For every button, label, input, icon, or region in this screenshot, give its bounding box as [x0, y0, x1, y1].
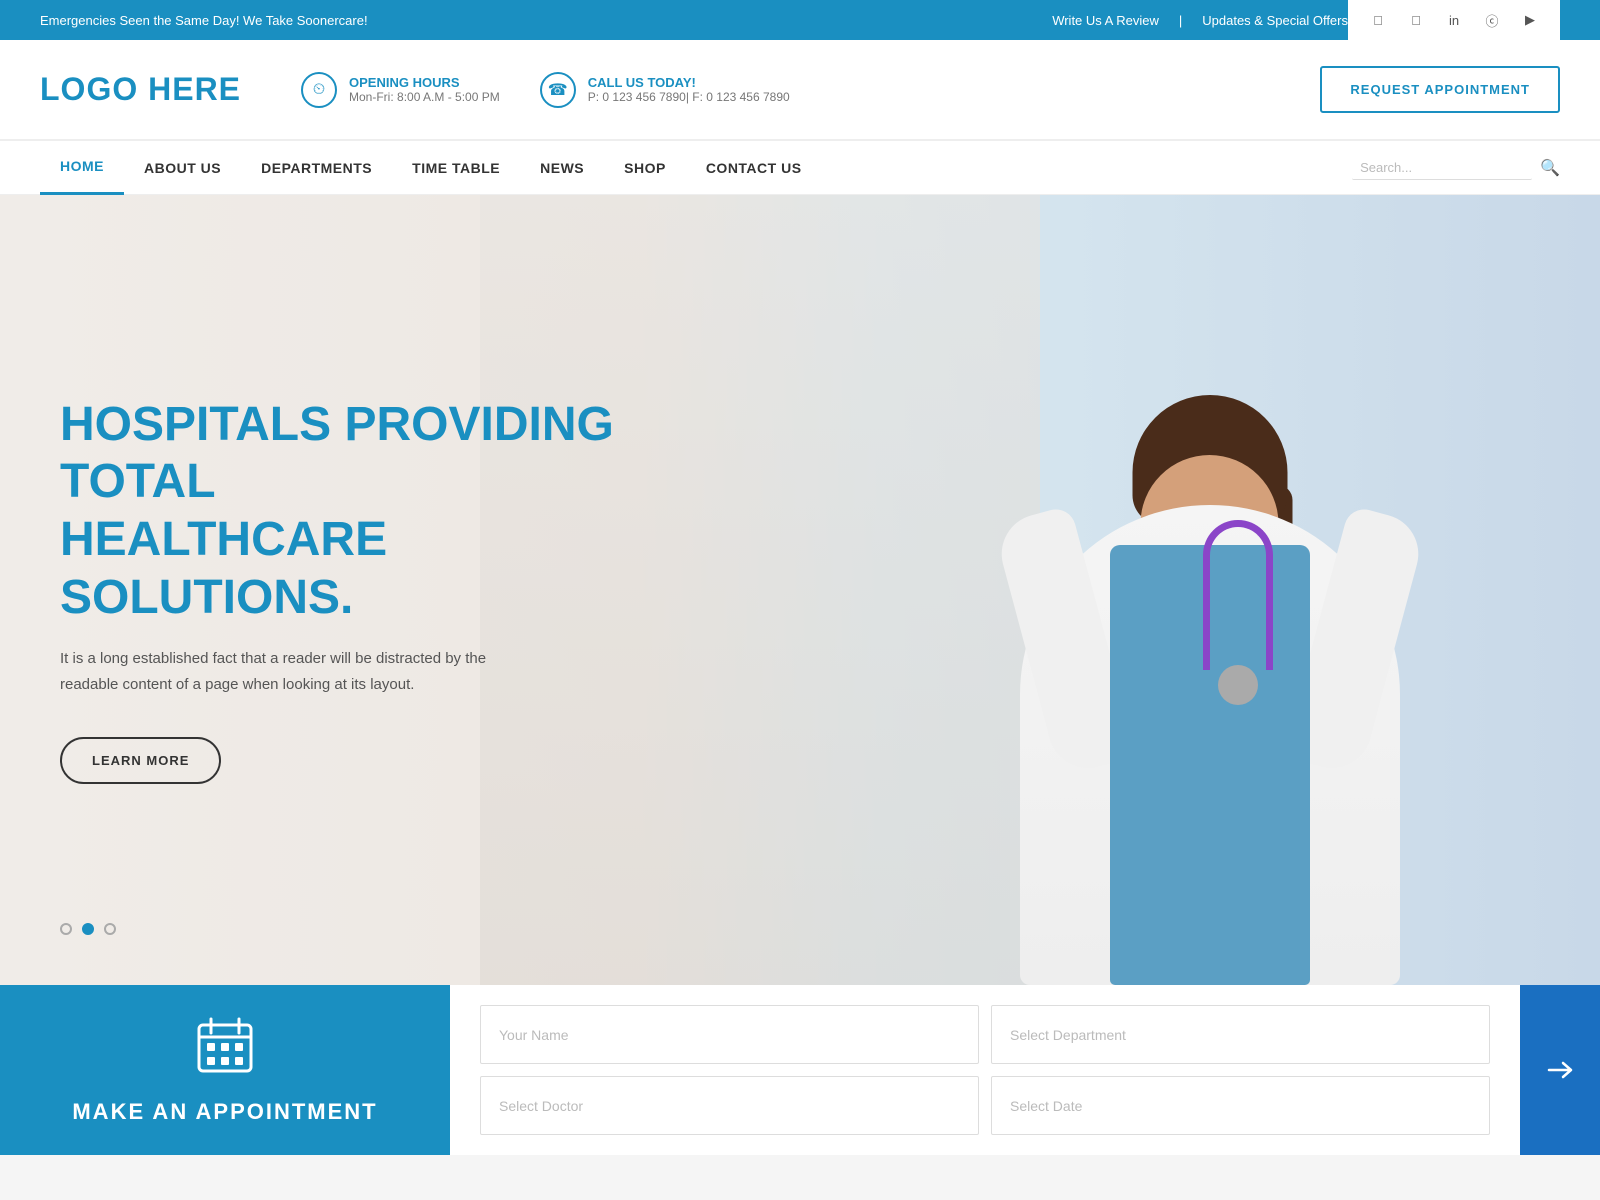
twitter-icon[interactable]: : [1402, 6, 1430, 34]
hero-title: HOSPITALS PROVIDING TOTAL HEALTHCARE SOL…: [60, 396, 640, 626]
appointment-left-panel: MAKE AN APPOINTMENT: [0, 985, 450, 1155]
slider-dot-2[interactable]: [82, 923, 94, 935]
offers-link[interactable]: Updates & Special Offers: [1202, 13, 1348, 28]
nav-about-us[interactable]: ABOUT US: [124, 140, 241, 195]
doctor-input[interactable]: [480, 1076, 979, 1135]
nav-departments[interactable]: DEPARTMENTS: [241, 140, 392, 195]
nav-home[interactable]: HOME: [40, 140, 124, 195]
name-input[interactable]: [480, 1005, 979, 1064]
review-link[interactable]: Write Us A Review: [1052, 13, 1159, 28]
department-input[interactable]: [991, 1005, 1490, 1064]
call-text: CALL US TODAY! P: 0 123 456 7890| F: 0 1…: [588, 75, 790, 104]
nav-contact-us[interactable]: CONTACT US: [686, 140, 822, 195]
nav-links: HOME ABOUT US DEPARTMENTS TIME TABLE NEW…: [40, 140, 1352, 195]
phone-icon: ☎: [540, 72, 576, 108]
hero-subtitle: It is a long established fact that a rea…: [60, 646, 540, 697]
top-bar-links: Write Us A Review | Updates & Special Of…: [1052, 13, 1348, 28]
hero-content: HOSPITALS PROVIDING TOTAL HEALTHCARE SOL…: [0, 396, 700, 784]
facebook-icon[interactable]: : [1364, 6, 1392, 34]
slider-dot-1[interactable]: [60, 923, 72, 935]
nav-shop[interactable]: SHOP: [604, 140, 686, 195]
nav-time-table[interactable]: TIME TABLE: [392, 140, 520, 195]
hero-section: HOSPITALS PROVIDING TOTAL HEALTHCARE SOL…: [0, 195, 1600, 985]
header-info: ⏲ OPENING HOURS Mon-Fri: 8:00 A.M - 5:00…: [301, 66, 1560, 113]
nav-news[interactable]: NEWS: [520, 140, 604, 195]
nav-search: 🔍: [1352, 156, 1560, 180]
learn-more-button[interactable]: LEARN MORE: [60, 737, 221, 784]
logo-color: LOGO: [40, 71, 138, 107]
clock-icon: ⏲: [301, 72, 337, 108]
linkedin-icon[interactable]: in: [1440, 6, 1468, 34]
search-input[interactable]: [1352, 156, 1532, 180]
social-icons:   in ⓒ ▶: [1348, 0, 1560, 40]
appointment-submit-button[interactable]: [1520, 985, 1600, 1155]
opening-hours-text: OPENING HOURS Mon-Fri: 8:00 A.M - 5:00 P…: [349, 75, 500, 104]
opening-hours-block: ⏲ OPENING HOURS Mon-Fri: 8:00 A.M - 5:00…: [301, 72, 500, 108]
divider: |: [1179, 13, 1182, 28]
search-icon[interactable]: 🔍: [1540, 158, 1560, 178]
date-input[interactable]: [991, 1076, 1490, 1135]
appointment-section: MAKE AN APPOINTMENT: [0, 985, 1600, 1155]
call-block: ☎ CALL US TODAY! P: 0 123 456 7890| F: 0…: [540, 72, 790, 108]
slider-dot-3[interactable]: [104, 923, 116, 935]
slider-dots: [60, 923, 116, 935]
calendar-icon: [195, 1015, 255, 1087]
header: LOGO HERE ⏲ OPENING HOURS Mon-Fri: 8:00 …: [0, 40, 1600, 140]
logo: LOGO HERE: [40, 71, 241, 108]
appointment-title: MAKE AN APPOINTMENT: [72, 1099, 377, 1125]
top-bar-emergency: Emergencies Seen the Same Day! We Take S…: [40, 13, 1052, 28]
instagram-icon[interactable]: ⓒ: [1478, 6, 1506, 34]
navigation: HOME ABOUT US DEPARTMENTS TIME TABLE NEW…: [0, 140, 1600, 195]
top-bar: Emergencies Seen the Same Day! We Take S…: [0, 0, 1600, 40]
appointment-form: [450, 985, 1520, 1155]
request-appointment-button[interactable]: REQUEST APPOINTMENT: [1320, 66, 1560, 113]
youtube-icon[interactable]: ▶: [1516, 6, 1544, 34]
